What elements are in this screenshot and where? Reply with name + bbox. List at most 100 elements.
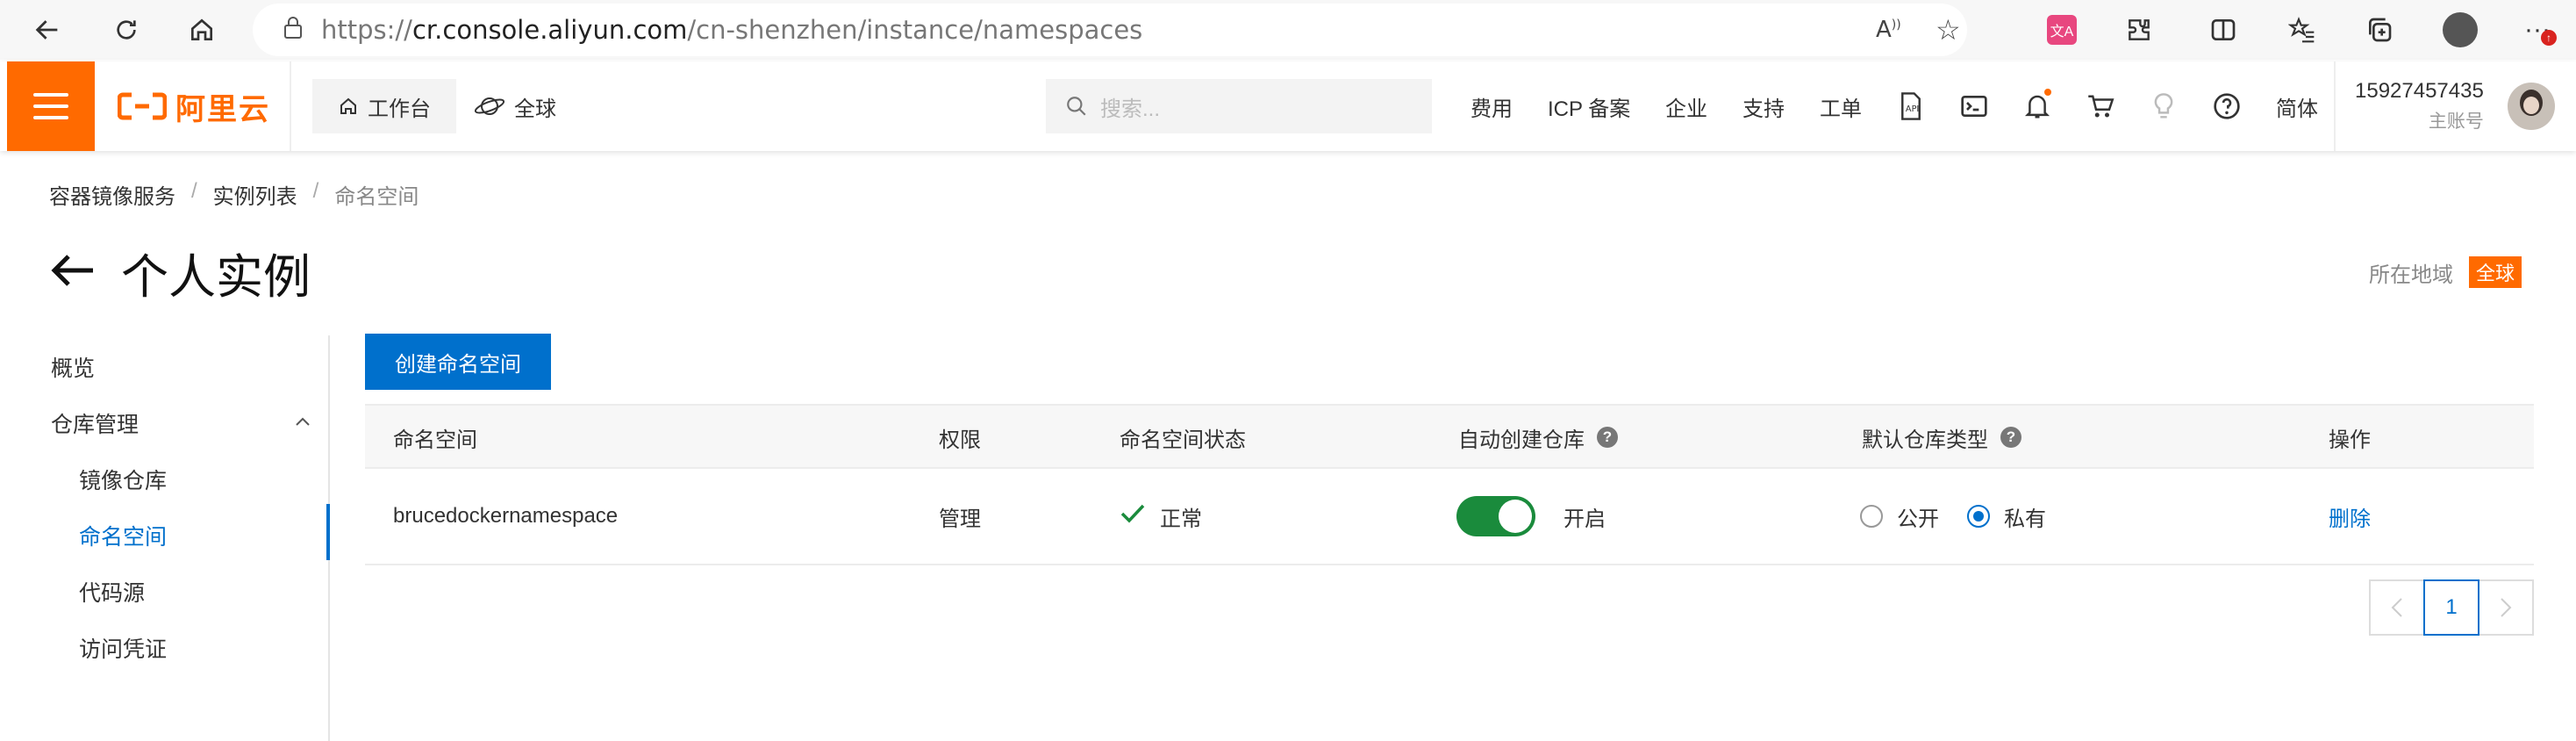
search-placeholder: 搜索... <box>1100 97 1161 121</box>
column-header-actions: 操作 <box>2329 406 2371 469</box>
lightbulb-icon[interactable] <box>2146 89 2181 124</box>
page-header: 个人实例 <box>49 237 311 307</box>
sidebar-group-repo-management[interactable]: 仓库管理 <box>51 407 311 439</box>
planet-icon <box>474 97 505 115</box>
profile-avatar-icon[interactable] <box>2443 12 2478 47</box>
auto-create-toggle[interactable] <box>1456 496 1535 536</box>
extensions-icon[interactable] <box>2122 12 2157 47</box>
radio-private[interactable]: 私有 <box>1967 501 2046 532</box>
column-header-label: 默认仓库类型 <box>1862 428 1988 452</box>
aliyun-logo-mark-icon <box>118 92 167 120</box>
table-header: 命名空间 权限 命名空间状态 自动创建仓库? 默认仓库类型? 操作 <box>365 404 2534 469</box>
url-host: cr.console.aliyun.com <box>411 15 688 45</box>
chevron-left-icon <box>2391 598 2402 617</box>
more-options-icon[interactable]: ··· ↑ <box>2520 12 2557 47</box>
sidebar-item-access-credentials[interactable]: 访问凭证 <box>79 632 167 664</box>
shopping-cart-icon[interactable] <box>2083 89 2118 124</box>
region-label: 所在地域 <box>2369 263 2453 287</box>
back-arrow-icon[interactable] <box>49 253 95 292</box>
sidebar-item-image-repos[interactable]: 镜像仓库 <box>79 464 167 495</box>
home-icon <box>340 97 356 114</box>
region-badge[interactable]: 全球 <box>2469 256 2522 288</box>
language-switch[interactable]: 简体 <box>2276 79 2318 133</box>
breadcrumb-separator: / <box>312 179 319 203</box>
toggle-knob <box>1499 500 1532 533</box>
toggle-label: 开启 <box>1563 507 1606 531</box>
auto-create-cell: 开启 <box>1456 469 1606 564</box>
sidebar-item-overview[interactable]: 概览 <box>51 351 95 383</box>
user-avatar[interactable] <box>2508 83 2555 130</box>
console-top-nav: 阿里云 工作台 全球 搜索... 费用 ICP 备案 企业 支持 工单 API … <box>0 61 2576 151</box>
url-prefix: https:// <box>321 15 412 45</box>
browser-toolbar: https://cr.console.aliyun.com/cn-shenzhe… <box>0 0 2576 60</box>
table-row: brucedockernamespace 管理 正常 开启 公开 私有 删除 <box>365 469 2534 565</box>
page-number-button[interactable]: 1 <box>2423 579 2479 636</box>
create-namespace-button[interactable]: 创建命名空间 <box>365 334 551 390</box>
help-question-icon[interactable] <box>2209 89 2244 124</box>
checkmark-icon <box>1120 503 1146 530</box>
radio-public[interactable]: 公开 <box>1860 501 1939 532</box>
nav-link-fees[interactable]: 费用 <box>1470 79 1513 133</box>
home-icon[interactable] <box>184 12 219 47</box>
column-header-permission[interactable]: 权限 <box>939 406 981 469</box>
column-header-namespace[interactable]: 命名空间 <box>393 406 477 469</box>
workbench-button[interactable]: 工作台 <box>312 79 456 133</box>
column-header-status[interactable]: 命名空间状态 <box>1120 406 1246 469</box>
notification-bell-icon[interactable] <box>2020 89 2055 124</box>
breadcrumb-link-instance-list[interactable]: 实例列表 <box>213 179 297 210</box>
sidebar-group-label: 仓库管理 <box>51 413 140 437</box>
search-icon <box>1067 97 1086 116</box>
nav-link-tickets[interactable]: 工单 <box>1820 79 1862 133</box>
translate-extension-icon[interactable]: 文A <box>2044 12 2079 47</box>
refresh-icon[interactable] <box>109 12 144 47</box>
nav-divider <box>290 61 291 151</box>
region-indicator: 所在地域 全球 <box>2369 256 2522 288</box>
pagination: 1 <box>2369 579 2534 636</box>
split-screen-icon[interactable] <box>2206 12 2241 47</box>
api-explorer-icon[interactable]: API <box>1893 89 1928 124</box>
favorite-star-icon[interactable]: ☆ <box>1936 13 1961 47</box>
column-header-label: 自动创建仓库 <box>1458 428 1585 452</box>
column-header-label: 命名空间状态 <box>1120 428 1246 452</box>
cloud-shell-icon[interactable] <box>1957 89 1992 124</box>
radio-label: 公开 <box>1897 507 1939 531</box>
column-header-auto-create[interactable]: 自动创建仓库? <box>1458 406 1618 469</box>
global-label: 全球 <box>514 97 556 121</box>
collections-icon[interactable] <box>2362 12 2397 47</box>
sidebar-item-namespaces[interactable]: 命名空间 <box>79 520 167 551</box>
column-header-label: 权限 <box>939 428 981 452</box>
account-info[interactable]: 15927457435 主账号 <box>2355 79 2484 133</box>
workbench-label: 工作台 <box>368 97 431 121</box>
next-page-button[interactable] <box>2478 579 2534 636</box>
sidebar-item-code-sources[interactable]: 代码源 <box>79 576 145 608</box>
lock-icon <box>283 15 304 46</box>
back-icon[interactable] <box>30 12 65 47</box>
sidebar: 概览 仓库管理 镜像仓库 命名空间 代码源 访问凭证 <box>0 335 330 741</box>
global-search-input[interactable]: 搜索... <box>1046 79 1432 133</box>
chevron-right-icon <box>2501 598 2512 617</box>
nav-link-icp[interactable]: ICP 备案 <box>1548 79 1630 133</box>
radio-button[interactable] <box>1860 505 1883 528</box>
help-question-icon[interactable]: ? <box>2000 427 2021 448</box>
global-region-button[interactable]: 全球 <box>474 79 556 133</box>
page-title: 个人实例 <box>121 248 311 305</box>
prev-page-button[interactable] <box>2369 579 2425 636</box>
hamburger-menu-icon[interactable] <box>7 61 95 151</box>
help-question-icon[interactable]: ? <box>1597 427 1618 448</box>
nav-link-enterprise[interactable]: 企业 <box>1665 79 1707 133</box>
read-aloud-icon[interactable]: A)) <box>1876 17 1901 43</box>
svg-text:API: API <box>1906 104 1919 114</box>
breadcrumb-link-container-registry[interactable]: 容器镜像服务 <box>49 179 175 210</box>
delete-link[interactable]: 删除 <box>2329 469 2371 564</box>
radio-button-selected[interactable] <box>1967 505 1990 528</box>
permission-cell: 管理 <box>939 507 981 531</box>
address-bar[interactable]: https://cr.console.aliyun.com/cn-shenzhe… <box>253 4 1967 56</box>
aliyun-logo[interactable]: 阿里云 <box>118 83 270 130</box>
status-label: 正常 <box>1160 507 1202 531</box>
namespace-name-cell: brucedockernamespace <box>393 504 619 528</box>
column-header-label: 操作 <box>2329 428 2371 452</box>
url-path: /cn-shenzhen/instance/namespaces <box>687 15 1143 45</box>
favorites-list-icon[interactable] <box>2285 12 2320 47</box>
nav-link-support[interactable]: 支持 <box>1742 79 1785 133</box>
column-header-default-repo-type[interactable]: 默认仓库类型? <box>1862 406 2021 469</box>
